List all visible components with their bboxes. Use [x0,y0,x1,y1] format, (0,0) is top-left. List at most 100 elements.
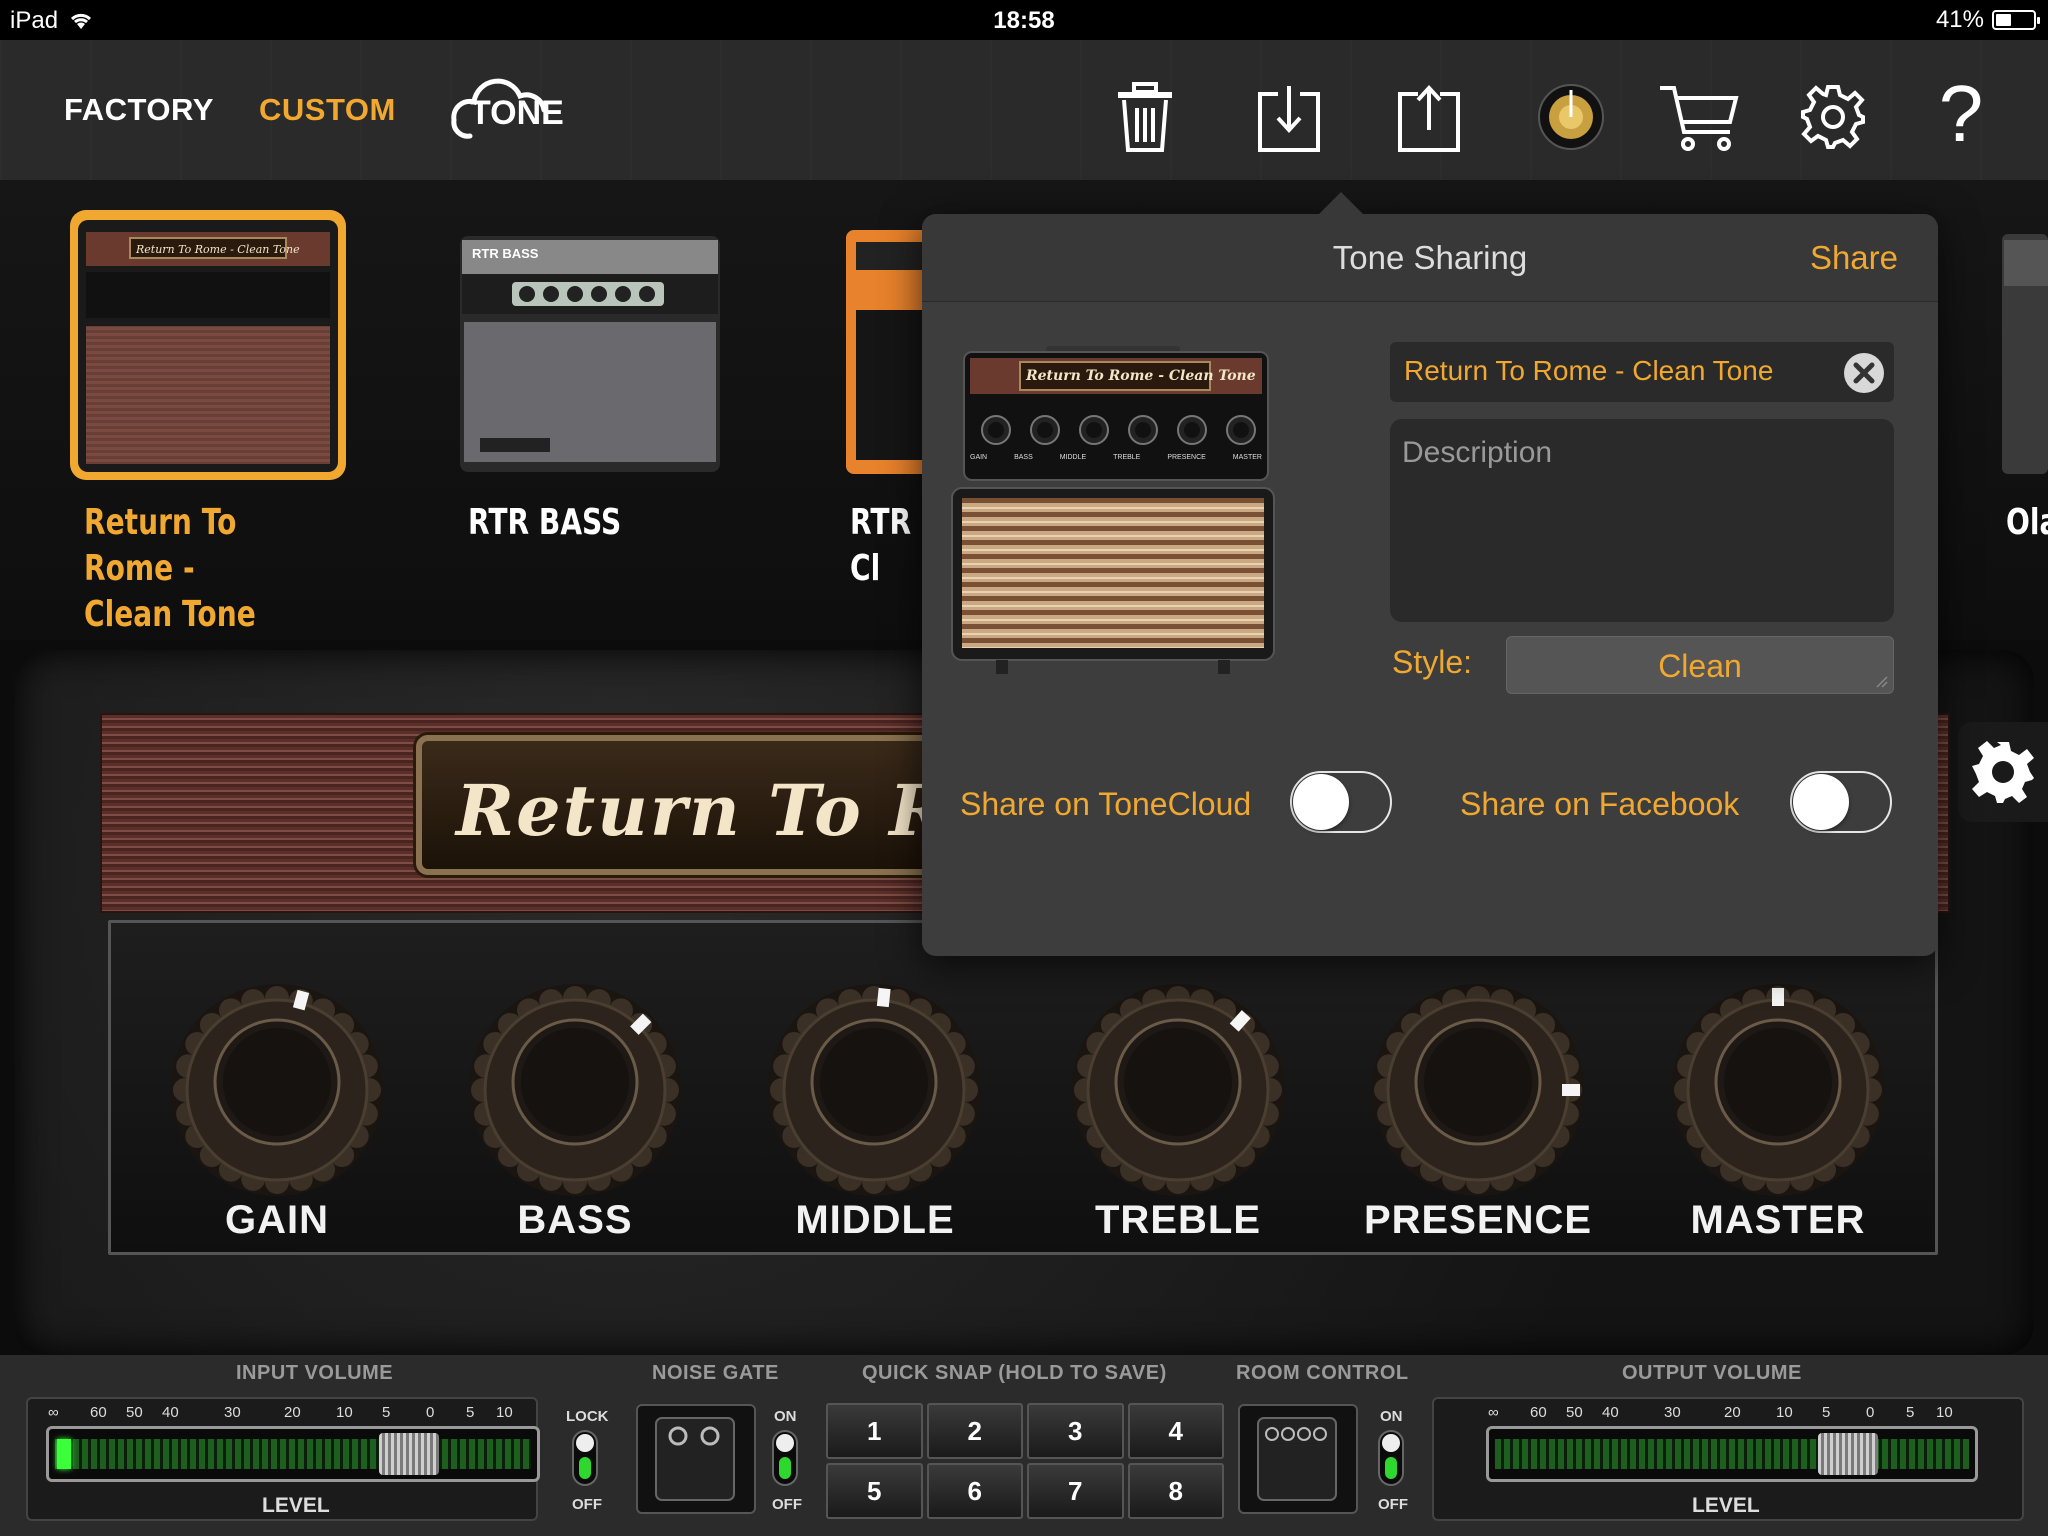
room-control-off-label: OFF [1378,1496,1408,1513]
tone-sharing-popover: Tone Sharing Share Return To Rome - Clea… [922,192,1938,956]
lock-off-label: OFF [572,1496,602,1513]
quick-snap-3[interactable]: 3 [1027,1403,1124,1459]
preset-amp-thumbnail [2002,234,2048,474]
quick-snap-4[interactable]: 4 [1127,1403,1224,1459]
noise-gate-toggle[interactable] [772,1430,798,1486]
download-icon[interactable] [1254,80,1324,154]
amp-preview-knob-labels: GAIN BASS MIDDLE TREBLE PRESENCE MASTER [970,454,1262,461]
gain-knob[interactable] [167,980,387,1200]
bass-knob[interactable] [465,980,685,1200]
input-level-slider[interactable] [379,1433,440,1475]
amp-preview-image [951,346,1275,674]
quick-snap-5[interactable]: 5 [826,1463,923,1519]
presence-knob[interactable] [1368,980,1588,1200]
amp-settings-button[interactable] [1958,722,2048,822]
style-value: Clean [1658,648,1742,684]
presence-label: PRESENCE [1363,1198,1593,1242]
preset-amp-thumbnail [846,230,930,474]
help-icon[interactable]: ? [1926,74,1996,154]
treble-knob[interactable] [1068,980,1288,1200]
input-level-label: LEVEL [262,1494,330,1517]
quick-snap-title: QUICK SNAP (HOLD TO SAVE) [862,1362,1167,1384]
room-control-title: ROOM CONTROL [1236,1362,1409,1384]
tonecloud-label: TONE [470,94,564,132]
tonecloud-button[interactable]: TONE [440,72,564,142]
top-toolbar: FACTORY CUSTOM TONE ? [0,40,2048,180]
preset-mini-plate: RTR BASS [472,246,539,261]
popover-header: Tone Sharing Share [922,214,1938,302]
master-knob[interactable] [1668,980,1888,1200]
middle-knob[interactable] [764,980,984,1200]
input-volume-title: INPUT VOLUME [236,1362,394,1384]
tab-custom[interactable]: CUSTOM [259,92,396,128]
tone-name-field[interactable]: Return To Rome - Clean Tone [1390,342,1894,402]
noise-gate-on-label: ON [774,1408,797,1425]
resize-handle-icon [1876,676,1888,688]
room-control-pedal[interactable] [1238,1404,1358,1514]
amp-preview-plate: Return To Rome - Clean Tone [1026,368,1256,384]
share-button[interactable]: Share [1810,239,1898,277]
status-bar: iPad 18:58 41% [0,0,2048,40]
preset-ola[interactable]: Ola [1990,210,2048,543]
preset-name: Ola [2006,502,2048,543]
cart-icon[interactable] [1658,80,1740,154]
gain-label: GAIN [225,1198,329,1242]
noise-gate-pedal[interactable] [636,1404,756,1514]
battery-fill [1996,14,2011,26]
popover-title: Tone Sharing [1332,239,1528,276]
treble-label: TREBLE [1095,1198,1261,1242]
pedal-icon [1257,1417,1337,1501]
output-volume-scale: ∞ 60 50 40 30 20 10 5 0 5 10 [1488,1404,1953,1421]
battery-percent: 41% [1935,6,1984,33]
tab-factory[interactable]: FACTORY [64,92,214,128]
quick-snap-grid: 1 2 3 4 5 6 7 8 [826,1403,1224,1519]
style-select[interactable]: Clean [1506,636,1894,694]
status-time: 18:58 [993,7,1055,34]
room-control-toggle[interactable] [1378,1430,1404,1486]
share-facebook-label: Share on Facebook [1460,786,1740,822]
tone-amp-preview: Return To Rome - Clean Tone GAIN BASS MI… [948,344,1278,674]
room-control-on-label: ON [1380,1408,1403,1425]
share-facebook-switch[interactable] [1790,771,1892,833]
quick-snap-7[interactable]: 7 [1027,1463,1124,1519]
description-placeholder: Description [1402,436,1553,469]
lock-label: LOCK [566,1408,609,1425]
preset-name: Return To Rome - Clean Tone [84,502,256,635]
middle-label: MIDDLE [795,1198,955,1242]
preset-rtr-bass[interactable]: RTR BASS RTR BASS [452,210,728,543]
bass-label: BASS [517,1198,633,1242]
amp-knob-icon[interactable] [1536,80,1606,154]
quick-snap-2[interactable]: 2 [926,1403,1023,1459]
output-level-label: LEVEL [1692,1494,1760,1517]
pedal-icon [655,1417,735,1501]
share-tonecloud-switch[interactable] [1290,771,1392,833]
preset-name: RTR Cl [850,502,912,589]
quick-snap-6[interactable]: 6 [926,1463,1023,1519]
battery-icon [1992,10,2040,30]
noise-gate-title: NOISE GATE [652,1362,779,1384]
lock-toggle[interactable] [572,1430,598,1486]
gear-icon[interactable] [1798,80,1868,154]
preset-mini-plate: Return To Rome - Clean Tone [136,243,300,256]
quick-snap-8[interactable]: 8 [1127,1463,1224,1519]
share-tonecloud-label: Share on ToneCloud [960,786,1252,822]
input-signal-indicator [57,1439,72,1469]
upload-icon[interactable] [1394,80,1464,154]
noise-gate-off-label: OFF [772,1496,802,1513]
style-label: Style: [1392,644,1473,680]
input-level-meter[interactable] [46,1426,540,1482]
quick-snap-1[interactable]: 1 [826,1403,923,1459]
output-level-meter[interactable] [1486,1426,1978,1482]
preset-rtr-clean[interactable]: RTR Cl [834,210,930,589]
output-level-slider[interactable] [1817,1433,1878,1475]
clear-text-button[interactable] [1844,353,1884,393]
output-volume-title: OUTPUT VOLUME [1622,1362,1802,1384]
tone-name-value: Return To Rome - Clean Tone [1404,355,1774,386]
description-field[interactable]: Description [1390,419,1894,622]
preset-return-to-rome-clean-tone[interactable]: Return To Rome - Clean Tone Return To Ro… [70,210,346,635]
master-label: MASTER [1690,1198,1866,1242]
preset-name: RTR BASS [468,502,622,543]
amp-name: Return To R [456,769,950,852]
amp-name-plate: Return To R [416,735,976,875]
trash-icon[interactable] [1110,80,1180,154]
